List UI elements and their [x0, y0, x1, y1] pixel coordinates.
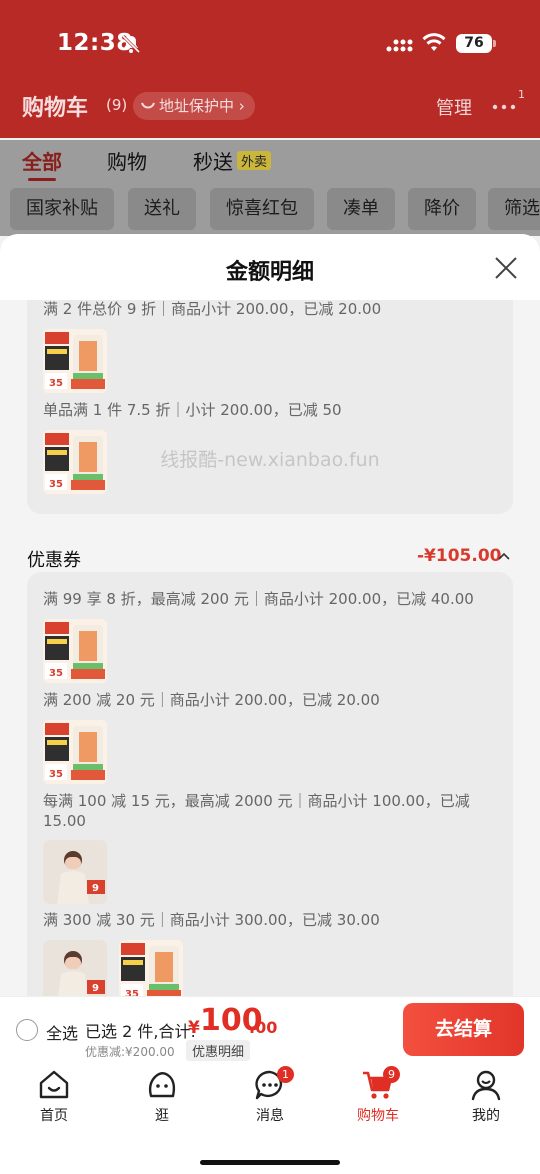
messages-badge: 1: [277, 1066, 294, 1083]
sheet-title: 金额明细: [225, 260, 314, 285]
product-b-image: 9: [43, 940, 107, 1004]
coupon-rule-text: 满 99 享 8 折，最高减 200 元｜商品小计 200.00，已减 40.0…: [43, 590, 474, 608]
tabbar-label-profile: 我的: [472, 1108, 500, 1124]
tabbar-label-messages: 消息: [256, 1108, 284, 1124]
more-dots-icon[interactable]: [492, 104, 516, 110]
filter-chip-filter[interactable]: 筛选: [488, 188, 540, 230]
cellular-signal-icon: [386, 39, 413, 52]
filter-chip-price-drop[interactable]: 降价: [408, 188, 476, 230]
tab-active-underline: [28, 178, 56, 181]
watermark: 线报酷-new.xianbao.fun: [160, 449, 380, 471]
tabbar-item-messages[interactable]: 1 消息: [227, 1066, 313, 1125]
cart-title-row: 购物车 (9) 地址保护中 › 管理 1: [0, 88, 540, 124]
battery-tip: [493, 40, 496, 47]
coupon-amount: -¥105.00: [417, 546, 502, 566]
filter-chip-subsidy[interactable]: 国家补贴: [10, 188, 114, 230]
checkout-button[interactable]: 去结算: [403, 1003, 524, 1056]
product-thumbnail-b[interactable]: 9: [43, 940, 107, 1004]
filter-chip-red-packet[interactable]: 惊喜红包: [210, 188, 314, 230]
coupon-rule-text: 满 200 减 20 元｜商品小计 200.00，已减 20.00: [43, 691, 380, 709]
cart-badge: 9: [383, 1066, 400, 1083]
select-all-label[interactable]: 全选: [46, 1020, 78, 1044]
tabbar-item-cart[interactable]: 9 购物车: [335, 1066, 421, 1125]
tabbar-item-home[interactable]: 首页: [11, 1068, 97, 1125]
select-all-radio[interactable]: [16, 1019, 38, 1041]
home-icon: [39, 1070, 69, 1099]
product-a-image: 35: [43, 329, 107, 393]
tabbar-label-browse: 逛: [155, 1108, 169, 1124]
tab-instant-label: 秒送: [193, 150, 233, 174]
coupon-label: 优惠券: [27, 550, 81, 571]
product-thumbnail-a[interactable]: 35: [43, 720, 107, 784]
smile-icon: [141, 102, 155, 109]
takeout-badge: 外卖: [237, 151, 272, 170]
selected-summary: 已选 2 件,合计:: [85, 1022, 196, 1041]
filter-chips: 国家补贴 送礼 惊喜红包 凑单 降价 筛选: [0, 184, 540, 236]
discount-total: 优惠减:¥200.00: [85, 1045, 175, 1059]
filter-chip-bundle[interactable]: 凑单: [327, 188, 395, 230]
more-badge: 1: [518, 88, 525, 101]
svg-text:9: 9: [92, 983, 99, 994]
svg-text:35: 35: [49, 769, 63, 780]
product-thumbnail-a[interactable]: 35: [43, 619, 107, 683]
chevron-up-icon[interactable]: [498, 552, 510, 560]
product-thumbnail-a[interactable]: 35: [43, 329, 107, 393]
product-a-image: 35: [43, 720, 107, 784]
product-b-image: 9: [43, 840, 107, 904]
svg-text:35: 35: [49, 668, 63, 679]
tab-shopping[interactable]: 购物: [107, 146, 147, 175]
product-a-image: 35: [43, 619, 107, 683]
promotion-group-card: 满 2 件总价 9 折｜商品小计 200.00，已减 20.00 35 单品满 …: [27, 300, 513, 514]
browse-icon: [148, 1072, 176, 1098]
tabbar-item-profile[interactable]: 我的: [443, 1068, 529, 1125]
tab-instant[interactable]: 秒送 外卖: [193, 146, 272, 175]
home-indicator[interactable]: [200, 1160, 340, 1165]
address-protection-label: 地址保护中: [159, 97, 235, 115]
mute-bell-icon: [121, 34, 141, 54]
svg-text:9: 9: [92, 883, 99, 894]
address-protection-chip[interactable]: 地址保护中 ›: [133, 92, 255, 120]
svg-text:35: 35: [49, 378, 63, 389]
product-thumbnail-a[interactable]: 35: [119, 940, 183, 1004]
cart-title: 购物车: [22, 96, 89, 121]
manage-button[interactable]: 管理: [436, 94, 472, 120]
checkout-bar: 全选 已选 2 件,合计: ¥ 100 .00 优惠减:¥200.00 优惠明细…: [0, 996, 540, 1064]
wifi-icon: [422, 33, 446, 51]
coupon-rule-text: 满 300 减 30 元｜商品小计 300.00，已减 30.00: [43, 911, 380, 929]
promo-rule-text: 满 2 件总价 9 折｜商品小计 200.00，已减 20.00: [43, 300, 382, 318]
sheet-header: 金额明细: [0, 234, 540, 300]
coupon-rule-text: 每满 100 减 15 元，最高减 2000 元｜商品小计 100.00，已减 …: [43, 792, 470, 830]
product-thumbnail-b[interactable]: 9: [43, 840, 107, 904]
sheet-scroll-body[interactable]: 满 2 件总价 9 折｜商品小计 200.00，已减 20.00 35 单品满 …: [0, 300, 540, 1064]
cart-tabs: 全部 购物 秒送 外卖: [0, 140, 540, 184]
status-bar: 12:38 76: [0, 0, 540, 88]
total-currency: ¥: [188, 1018, 200, 1038]
bottom-tab-bar: 首页 逛 1 消息 9 购物车 我的: [0, 1064, 540, 1174]
svg-text:35: 35: [49, 479, 63, 490]
discount-detail-link[interactable]: 优惠明细: [186, 1040, 251, 1061]
tab-all[interactable]: 全部: [22, 146, 62, 175]
promo-rule-text: 单品满 1 件 7.5 折｜小计 200.00，已减 50: [43, 401, 342, 419]
tabbar-label-cart: 购物车: [357, 1108, 399, 1124]
close-icon[interactable]: [494, 256, 518, 280]
product-a-image: 35: [119, 940, 183, 1004]
profile-icon: [471, 1070, 501, 1101]
tabbar-label-home: 首页: [40, 1108, 68, 1124]
filter-chip-gift[interactable]: 送礼: [128, 188, 196, 230]
coupon-group-card: 满 99 享 8 折，最高减 200 元｜商品小计 200.00，已减 40.0…: [27, 572, 513, 1064]
total-decimal: .00: [249, 1018, 278, 1037]
battery-level: 76: [456, 34, 492, 53]
tabbar-item-browse[interactable]: 逛: [119, 1068, 205, 1125]
cart-count: (9): [106, 96, 128, 114]
amount-detail-sheet: 金额明细 满 2 件总价 9 折｜商品小计 200.00，已减 20.00 35: [0, 234, 540, 1064]
